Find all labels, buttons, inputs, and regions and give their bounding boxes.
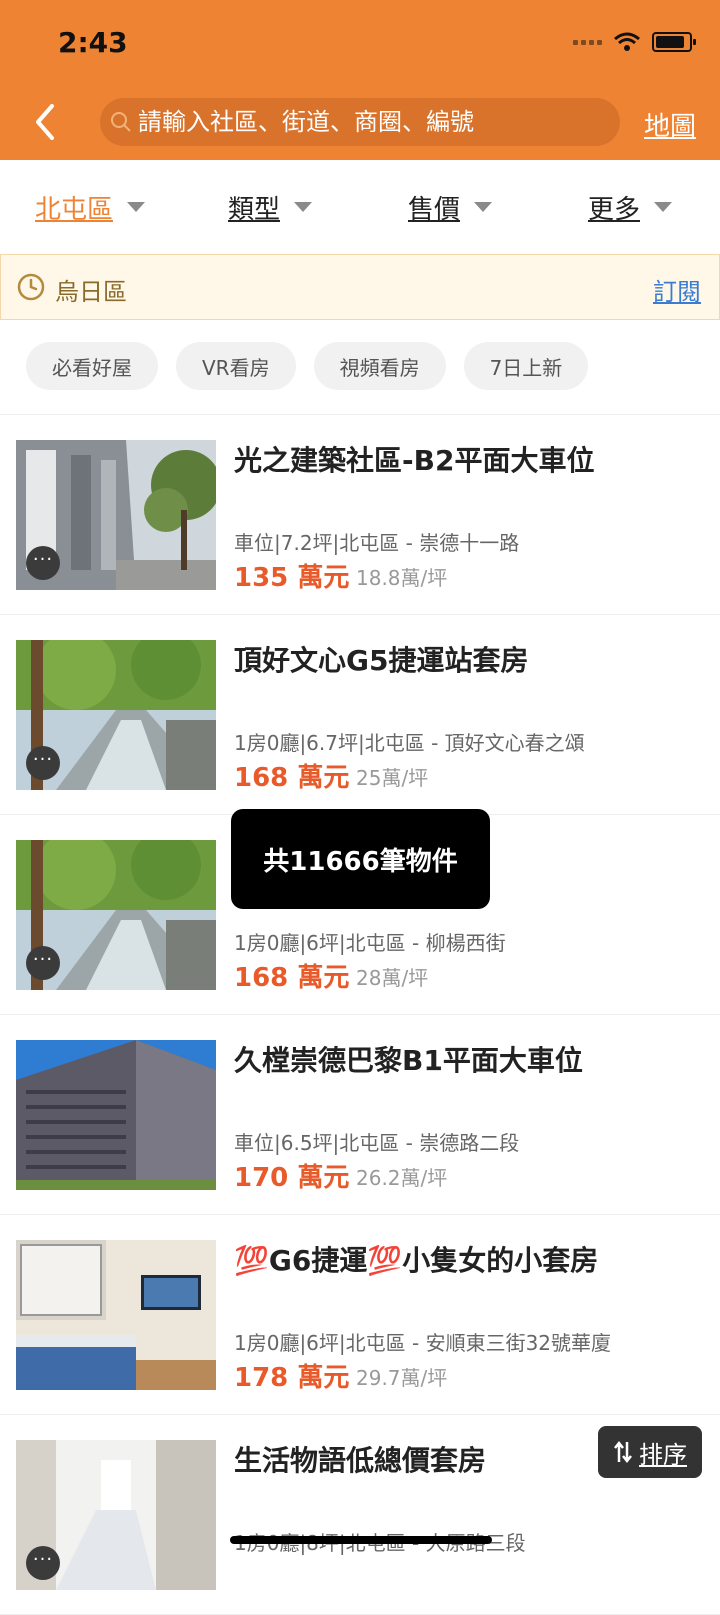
chat-bubble-icon[interactable]: ··· [26,746,60,780]
listing-meta: 車位|7.2坪|北屯區 - 崇德十一路 [234,531,520,555]
back-arrow-icon[interactable] [30,100,70,144]
listing-title: 💯G6捷運💯小隻女的小套房 [234,1244,599,1277]
listing-unit-price: 29.7萬/坪 [356,1366,448,1390]
listing-photo: ··· [16,640,216,790]
filter-type[interactable]: 類型 [180,160,360,254]
filter-more[interactable]: 更多 [540,160,720,254]
listing-item[interactable]: ··· 光之建築社區-B2平面大車位 車位|7.2坪|北屯區 - 崇德十一路 1… [0,415,720,615]
chat-bubble-icon[interactable]: ··· [26,946,60,980]
dropdown-triangle-icon [474,202,492,212]
filter-label: 更多 [587,194,640,225]
filter-price[interactable]: 售價 [360,160,540,254]
subscribe-link[interactable]: 訂閱 [653,272,701,307]
listing-price: 170 萬元 [234,1163,350,1193]
listing-item[interactable]: ··· 頂好文心G5捷運站套房 1房0廳|6.7坪|北屯區 - 頂好文心春之頌 … [0,615,720,815]
listing-photo [16,1040,216,1190]
chip-video[interactable]: 視頻看房 [313,342,446,390]
sort-label: 排序 [639,1440,687,1469]
listing-item[interactable]: 久樘崇德巴黎B1平面大車位 車位|6.5坪|北屯區 - 崇德路二段 170 萬元… [0,1015,720,1215]
app-header: 2:43 地圖 [0,0,720,160]
status-icons [573,32,696,52]
listing-meta: 1房0廳|6坪|北屯區 - 安順東三街32號華廈 [234,1331,612,1355]
quick-filter-chips: 必看好屋 VR看房 視頻看房 7日上新 [26,342,589,390]
listing-title: 生活物語低總價套房 [234,1444,487,1477]
chat-bubble-icon[interactable]: ··· [26,546,60,580]
status-time: 2:43 [58,26,128,59]
listing-photo: ··· [16,440,216,590]
dropdown-triangle-icon [654,202,672,212]
chip-vr[interactable]: VR看房 [176,342,296,390]
filter-district[interactable]: 北屯區 [0,160,180,254]
chip-new-7days[interactable]: 7日上新 [463,342,589,390]
listing-unit-price: 28萬/坪 [356,966,429,990]
battery-icon [652,32,696,52]
listing-title: 久樘崇德巴黎B1平面大車位 [234,1044,583,1077]
listing-price: 178 萬元 [234,1363,350,1393]
chat-bubble-icon[interactable]: ··· [26,1546,60,1580]
search-bar[interactable] [100,98,620,146]
search-input[interactable] [138,108,608,136]
map-link[interactable]: 地圖 [644,106,696,143]
listing-unit-price: 25萬/坪 [356,766,429,790]
listing-price: 168 萬元 [234,763,350,793]
dropdown-triangle-icon [294,202,312,212]
listing-photo [16,1240,216,1390]
recent-area-label: 烏日區 [55,278,127,306]
listing-photo: ··· [16,1440,216,1590]
listing-meta: 1房0廳|6.7坪|北屯區 - 頂好文心春之頌 [234,731,585,755]
filter-label: 北屯區 [34,194,113,225]
sort-button[interactable]: 排序 [598,1426,702,1478]
listing-unit-price: 26.2萬/坪 [356,1166,448,1190]
result-count-toast: 共11666筆物件 [231,809,490,909]
listing-price: 168 萬元 [234,963,350,993]
wifi-icon [614,32,640,51]
listing-item[interactable]: 💯G6捷運💯小隻女的小套房 1房0廳|6坪|北屯區 - 安順東三街32號華廈 1… [0,1215,720,1415]
filter-label: 類型 [227,194,280,225]
filter-bar: 北屯區 類型 售價 更多 [0,160,720,254]
listing-meta: 1房0廳|6坪|北屯區 - 柳楊西街 [234,931,506,955]
search-icon [111,112,131,132]
clock-icon [17,273,45,301]
listing-meta: 車位|6.5坪|北屯區 - 崇德路二段 [234,1131,520,1155]
filter-label: 售價 [407,194,460,225]
listing-title: 光之建築社區-B2平面大車位 [234,444,595,477]
dropdown-triangle-icon [127,202,145,212]
listing-unit-price: 18.8萬/坪 [356,566,448,590]
chip-must-see[interactable]: 必看好屋 [26,342,158,390]
listing-title: 頂好文心G5捷運站套房 [234,644,529,677]
recent-search-bar[interactable]: 烏日區 訂閱 [0,254,720,320]
signal-icon [573,39,602,45]
listing-photo: ··· [16,840,216,990]
sort-arrows-icon [614,1440,632,1464]
home-indicator[interactable] [230,1536,492,1544]
listing-price: 135 萬元 [234,563,350,593]
